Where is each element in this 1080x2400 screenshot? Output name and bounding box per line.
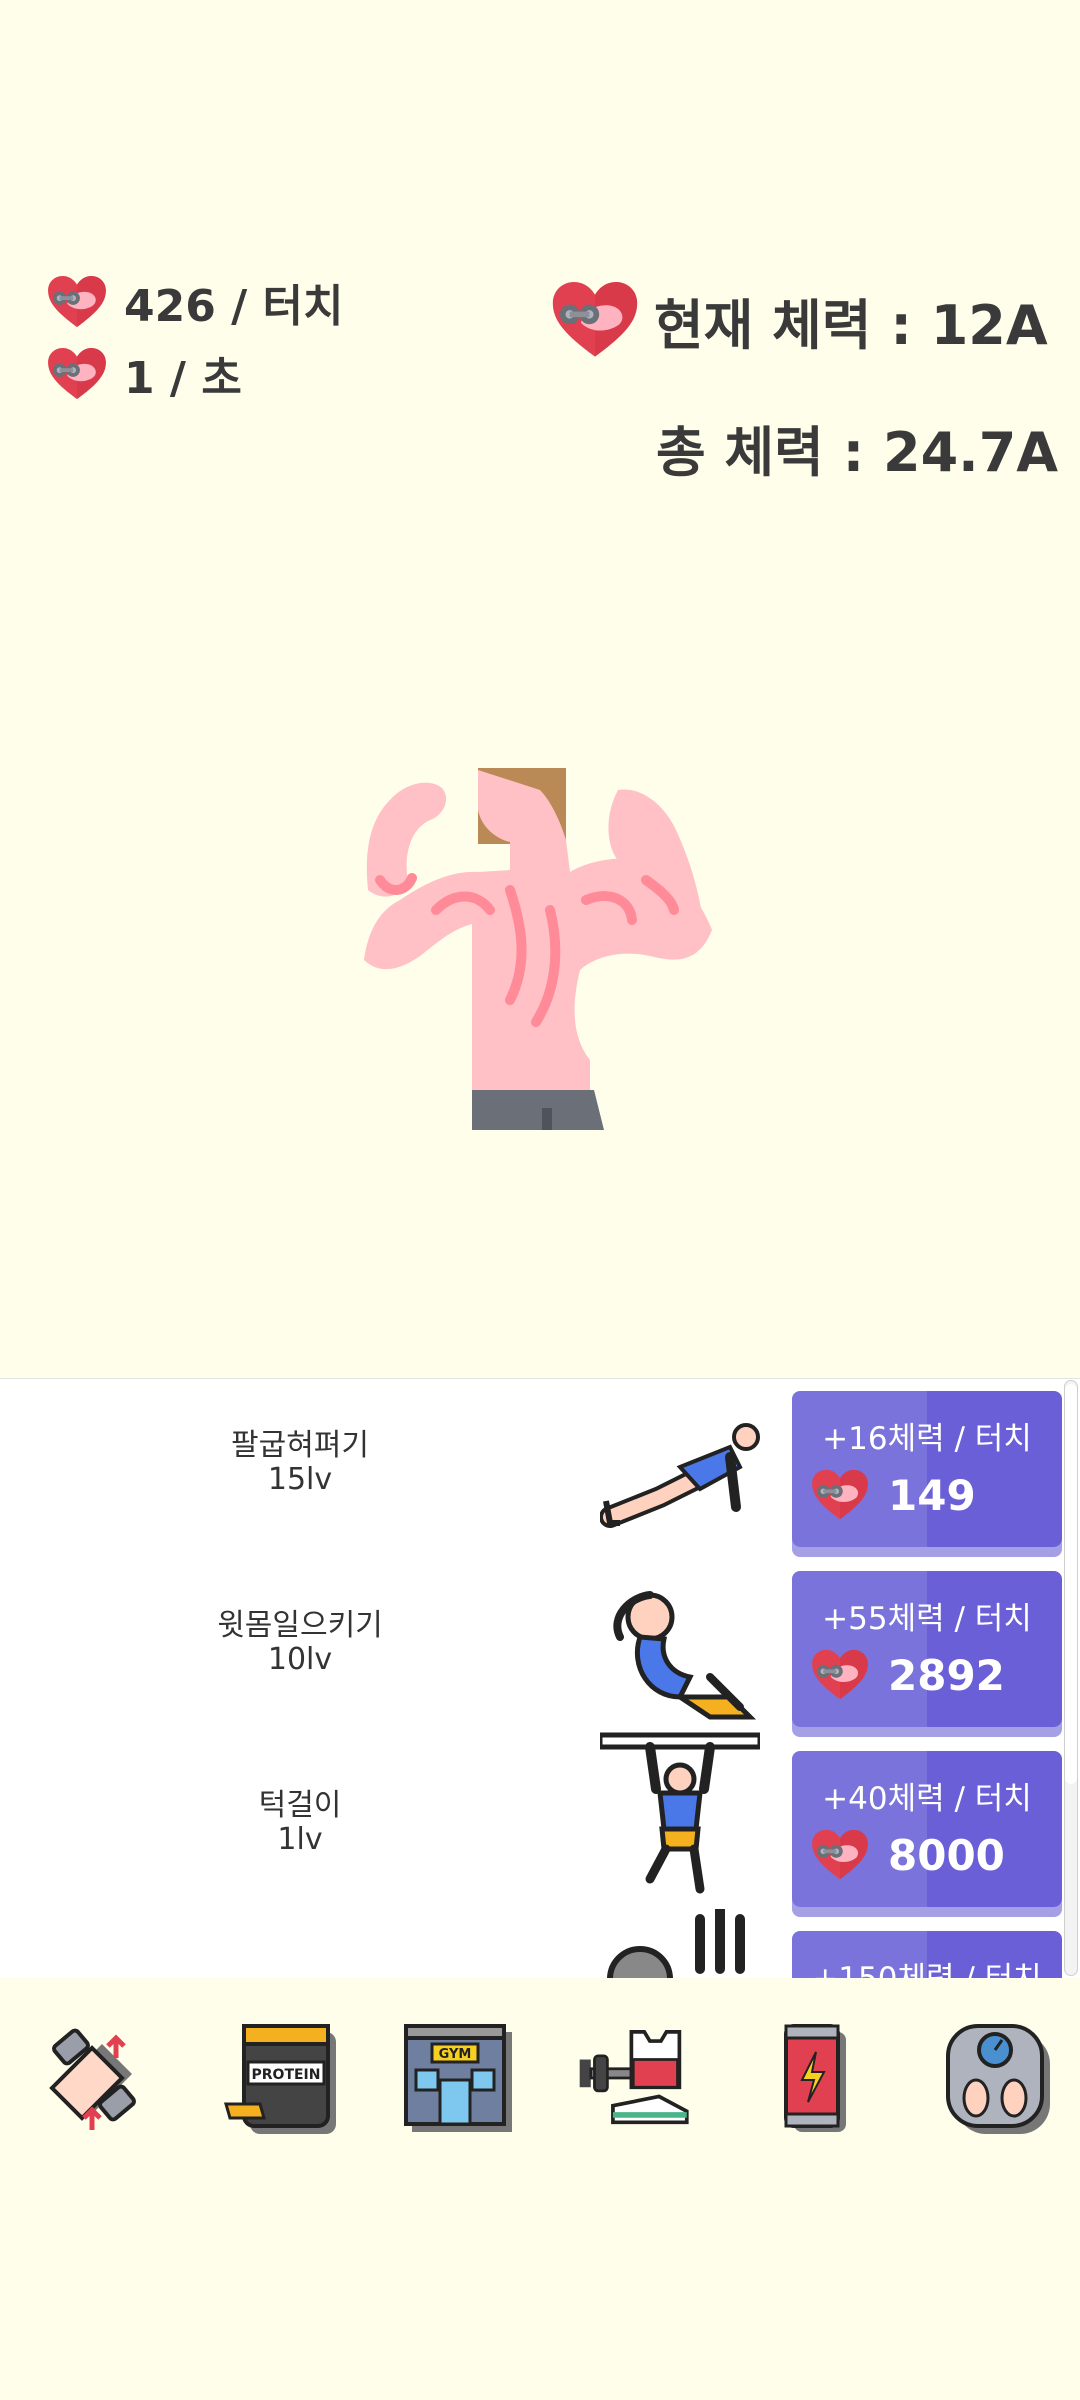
per-second-stat: 1 / 초 (46, 342, 242, 406)
upgrade-title: 윗몸일으키기 (217, 1608, 383, 1643)
barbell-icon (607, 1909, 745, 1978)
current-power-stat: 현재 체력 : 12A (550, 280, 1048, 360)
upgrade-level: 10lv (267, 1642, 333, 1677)
dumbbell-upgrade-icon[interactable] (36, 2018, 156, 2138)
upgrade-item-barbell: +150체력 / 터치 (0, 1909, 1062, 1978)
muscle-man-touch-target[interactable] (360, 760, 720, 1140)
per-touch-text: 426 / 터치 (124, 281, 344, 332)
buy-button-pullup[interactable]: +40체력 / 터치 8000 (792, 1751, 1062, 1907)
cost-text: 2892 (888, 1650, 1005, 1700)
pullup-icon (600, 1732, 760, 1894)
shorts (472, 1090, 604, 1130)
muscle-heart-icon (46, 275, 108, 329)
cost-text: 149 (888, 1470, 976, 1520)
cost-text: 8000 (888, 1830, 1005, 1880)
upgrade-list[interactable]: 팔굽혀펴기 15lv +16체력 / 터치 149 윗몸일으키기 10lv +5… (0, 1378, 1080, 1978)
buy-button-pushup[interactable]: +16체력 / 터치 149 (792, 1391, 1062, 1547)
upgrade-level: 1lv (277, 1822, 323, 1857)
energy-drink-icon[interactable] (756, 2018, 876, 2138)
pushup-icon (600, 1423, 760, 1528)
muscle-heart-icon (810, 1649, 870, 1701)
upgrade-title: 턱걸이 (258, 1788, 342, 1823)
buy-button-situp[interactable]: +55체력 / 터치 2892 (792, 1571, 1062, 1727)
per-touch-stat: 426 / 터치 (46, 270, 344, 334)
svg-text:PROTEIN: PROTEIN (252, 2067, 321, 2083)
muscle-heart-icon (550, 280, 640, 360)
muscle-heart-icon (46, 347, 108, 401)
muscle-heart-icon (810, 1469, 870, 1521)
gym-icon[interactable]: GYM (400, 2018, 520, 2138)
buy-button-barbell[interactable]: +150체력 / 터치 (792, 1931, 1062, 1978)
scrollbar-thumb[interactable] (1065, 1384, 1077, 1784)
upgrade-name-pullup: 턱걸이 1lv (150, 1789, 450, 1857)
svg-text:GYM: GYM (439, 2047, 472, 2062)
bottom-nav: PROTEIN GYM (0, 1978, 1080, 2178)
per-second-text: 1 / 초 (124, 353, 242, 404)
scale-icon[interactable] (936, 2018, 1056, 2138)
upgrade-item-situp: 윗몸일으키기 10lv +55체력 / 터치 2892 (0, 1559, 1062, 1739)
protein-icon[interactable]: PROTEIN (220, 2018, 340, 2138)
gain-text: +150체력 / 터치 (792, 1953, 1062, 1978)
current-power-text: 현재 체력 : 12A (654, 293, 1048, 357)
upgrade-name-pushup: 팔굽혀펴기 15lv (150, 1429, 450, 1497)
gain-text: +40체력 / 터치 (822, 1781, 1032, 1817)
muscle-heart-icon (810, 1829, 870, 1881)
upgrade-level: 15lv (267, 1462, 333, 1497)
upgrade-item-pullup: 턱걸이 1lv +40체력 / 터치 8000 (0, 1732, 1062, 1919)
total-power-text: 총 체력 : 24.7A (656, 421, 1059, 484)
upgrade-name-situp: 윗몸일으키기 10lv (150, 1609, 450, 1677)
situp-icon (613, 1591, 757, 1720)
gain-text: +16체력 / 터치 (822, 1421, 1032, 1457)
gain-text: +55체력 / 터치 (822, 1601, 1032, 1637)
equipment-icon[interactable] (576, 2018, 696, 2138)
upgrade-item-pushup: 팔굽혀펴기 15lv +16체력 / 터치 149 (0, 1379, 1062, 1559)
upgrade-title: 팔굽혀펴기 (231, 1428, 369, 1463)
